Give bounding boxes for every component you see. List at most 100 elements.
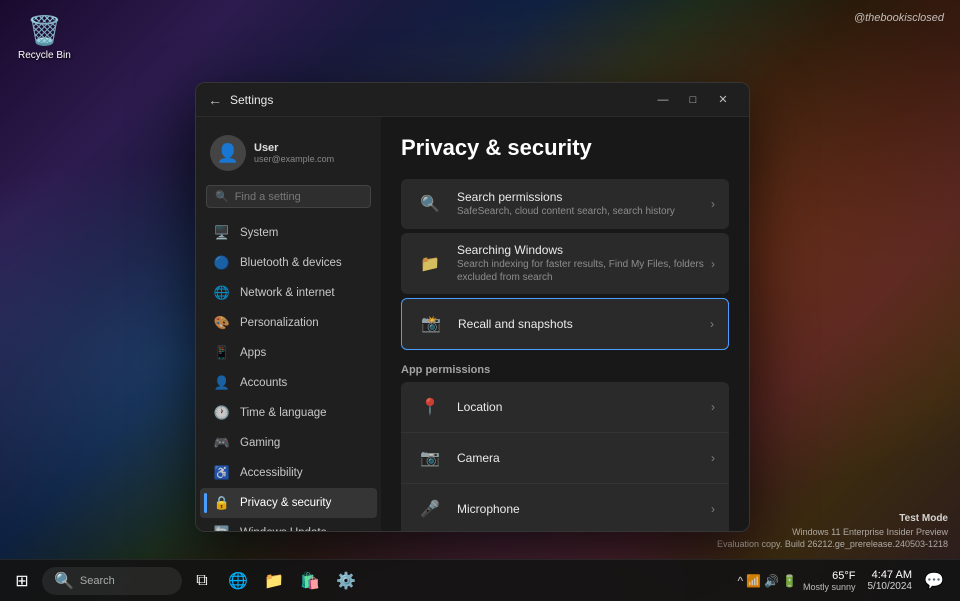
taskbar: ⊞ 🔍 Search ⧉ 🌐 📁 🛍️ ⚙️ ^ 📶 🔊 🔋 65°F Most… <box>0 559 960 601</box>
clock-time: 4:47 AM <box>872 569 912 581</box>
sidebar-item-network[interactable]: 🌐 Network & internet <box>200 278 377 308</box>
settings-item-recall-snapshots[interactable]: 📸 Recall and snapshots › <box>402 299 728 349</box>
recycle-bin-icon: 🗑️ <box>26 12 62 48</box>
settings-item-location[interactable]: 📍 Location › <box>401 382 729 433</box>
corner-info: Test Mode Windows 11 Enterprise Insider … <box>717 512 948 551</box>
nav-icon-personalization: 🎨 <box>214 315 230 331</box>
start-button[interactable]: ⊞ <box>6 565 38 597</box>
volume-icon[interactable]: 🔊 <box>764 574 779 588</box>
close-button[interactable]: ✕ <box>709 86 737 114</box>
chevron-tray-icon[interactable]: ^ <box>737 574 743 588</box>
item-chevron-search-permissions: › <box>711 197 715 211</box>
sidebar-item-gaming[interactable]: 🎮Gaming <box>200 428 377 458</box>
corner-info-line2: Windows 11 Enterprise Insider Preview <box>717 526 948 539</box>
taskbar-search[interactable]: 🔍 Search <box>42 567 182 595</box>
user-info: User user@example.com <box>254 142 334 164</box>
item-title-location: Location <box>457 400 711 414</box>
sidebar-item-system[interactable]: 🖥️ System <box>200 218 377 248</box>
back-button[interactable]: ← <box>208 92 222 108</box>
clock-date: 5/10/2024 <box>868 581 913 592</box>
sidebar-item-time[interactable]: 🕐 Time & language <box>200 398 377 428</box>
nav-icon-system: 🖥️ <box>214 225 230 241</box>
nav-icon-privacy: 🔒 <box>214 495 230 511</box>
item-chevron-location: › <box>711 400 715 414</box>
nav-label-privacy: Privacy & security <box>240 497 331 509</box>
nav-icon-network: 🌐 <box>214 285 230 301</box>
nav-label-accessibility: Accessibility <box>240 467 303 479</box>
sidebar-item-accounts[interactable]: 👤 Accounts <box>200 368 377 398</box>
item-icon-search-permissions: 🔍 <box>415 189 445 219</box>
nav-icon-accounts: 👤 <box>214 375 230 391</box>
settings-body: 👤 User user@example.com 🔍 🖥️ System 🔵 Bluet… <box>196 117 749 531</box>
notification-button[interactable]: 💬 <box>918 565 950 597</box>
nav-label-network: Network & internet <box>240 287 335 299</box>
user-email: user@example.com <box>254 154 334 164</box>
weather-desc: Mostly sunny <box>803 582 856 592</box>
nav-icon-bluetooth: 🔵 <box>214 255 230 271</box>
nav-label-system: System <box>240 227 278 239</box>
user-name: User <box>254 142 334 154</box>
sidebar-item-personalization[interactable]: 🎨 Personalization <box>200 308 377 338</box>
app-items: 📍 Location › 📷 Camera › 🎤 Microphone › 🔒… <box>401 382 729 531</box>
avatar: 👤 <box>210 135 246 171</box>
nav-label-update: Windows Update <box>240 527 327 531</box>
item-title-searching-windows: Searching Windows <box>457 243 711 257</box>
nav-label-time: Time & language <box>240 407 327 419</box>
sidebar: 👤 User user@example.com 🔍 🖥️ System 🔵 Bluet… <box>196 117 381 531</box>
edge-icon[interactable]: 🌐 <box>222 565 254 597</box>
settings-item-search-permissions[interactable]: 🔍 Search permissions SafeSearch, cloud c… <box>401 179 729 229</box>
settings-window: ← Settings — □ ✕ 👤 User user@example.com… <box>195 82 750 532</box>
sidebar-item-apps[interactable]: 📱 Apps <box>200 338 377 368</box>
recycle-bin-label: Recycle Bin <box>18 50 71 61</box>
page-title: Privacy & security <box>401 135 729 161</box>
user-profile[interactable]: 👤 User user@example.com <box>196 129 381 185</box>
recycle-bin[interactable]: 🗑️ Recycle Bin <box>18 12 71 61</box>
item-title-camera: Camera <box>457 451 711 465</box>
sidebar-item-accessibility[interactable]: ♿Accessibility <box>200 458 377 488</box>
nav-label-personalization: Personalization <box>240 317 319 329</box>
sidebar-search-icon: 🔍 <box>215 190 229 203</box>
battery-icon[interactable]: 🔋 <box>782 574 797 588</box>
item-title-recall-snapshots: Recall and snapshots <box>458 317 710 331</box>
corner-info-line1: Test Mode <box>717 512 948 526</box>
windows-permissions-section: 🔍 Search permissions SafeSearch, cloud c… <box>401 179 729 350</box>
nav-icon-time: 🕐 <box>214 405 230 421</box>
weather-temp: 65°F <box>832 570 855 582</box>
settings-item-camera[interactable]: 📷 Camera › <box>401 433 729 484</box>
nav-icon-gaming: 🎮 <box>214 435 230 451</box>
settings-item-searching-windows[interactable]: 📁 Searching Windows Search indexing for … <box>401 233 729 294</box>
app-permissions-card: 📍 Location › 📷 Camera › 🎤 Microphone › 🔒… <box>401 382 729 531</box>
weather-widget[interactable]: 65°F Mostly sunny <box>803 570 856 592</box>
nav-label-bluetooth: Bluetooth & devices <box>240 257 342 269</box>
task-view-button[interactable]: ⧉ <box>186 565 218 597</box>
store-icon[interactable]: 🛍️ <box>294 565 326 597</box>
item-icon-recall-snapshots: 📸 <box>416 309 446 339</box>
item-subtitle-searching-windows: Search indexing for faster results, Find… <box>457 258 711 284</box>
item-icon-searching-windows: 📁 <box>415 249 445 279</box>
network-icon[interactable]: 📶 <box>746 574 761 588</box>
nav-items: 🖥️ System 🔵 Bluetooth & devices 🌐 Network & i… <box>196 218 381 531</box>
nav-icon-apps: 📱 <box>214 345 230 361</box>
item-title-microphone: Microphone <box>457 502 711 516</box>
minimize-button[interactable]: — <box>649 86 677 114</box>
item-icon-camera: 📷 <box>415 443 445 473</box>
app-permissions-label: App permissions <box>401 364 729 376</box>
sidebar-search-input[interactable] <box>235 191 362 203</box>
main-content: Privacy & security 🔍 Search permissions … <box>381 117 749 531</box>
item-title-search-permissions: Search permissions <box>457 190 711 204</box>
nav-label-accounts: Accounts <box>240 377 287 389</box>
window-controls: — □ ✕ <box>649 86 737 114</box>
nav-label-apps: Apps <box>240 347 266 359</box>
item-chevron-searching-windows: › <box>711 257 715 271</box>
sidebar-search-box[interactable]: 🔍 <box>206 185 371 208</box>
nav-icon-update: 🔄 <box>214 525 230 531</box>
file-explorer-icon[interactable]: 📁 <box>258 565 290 597</box>
sidebar-item-privacy[interactable]: 🔒 Privacy & security <box>200 488 377 518</box>
sidebar-item-update[interactable]: 🔄 Windows Update <box>200 518 377 531</box>
sidebar-item-bluetooth[interactable]: 🔵 Bluetooth & devices <box>200 248 377 278</box>
settings-item-microphone[interactable]: 🎤 Microphone › <box>401 484 729 531</box>
clock-widget[interactable]: 4:47 AM 5/10/2024 <box>868 569 913 592</box>
settings-taskbar-icon[interactable]: ⚙️ <box>330 565 362 597</box>
item-icon-location: 📍 <box>415 392 445 422</box>
maximize-button[interactable]: □ <box>679 86 707 114</box>
